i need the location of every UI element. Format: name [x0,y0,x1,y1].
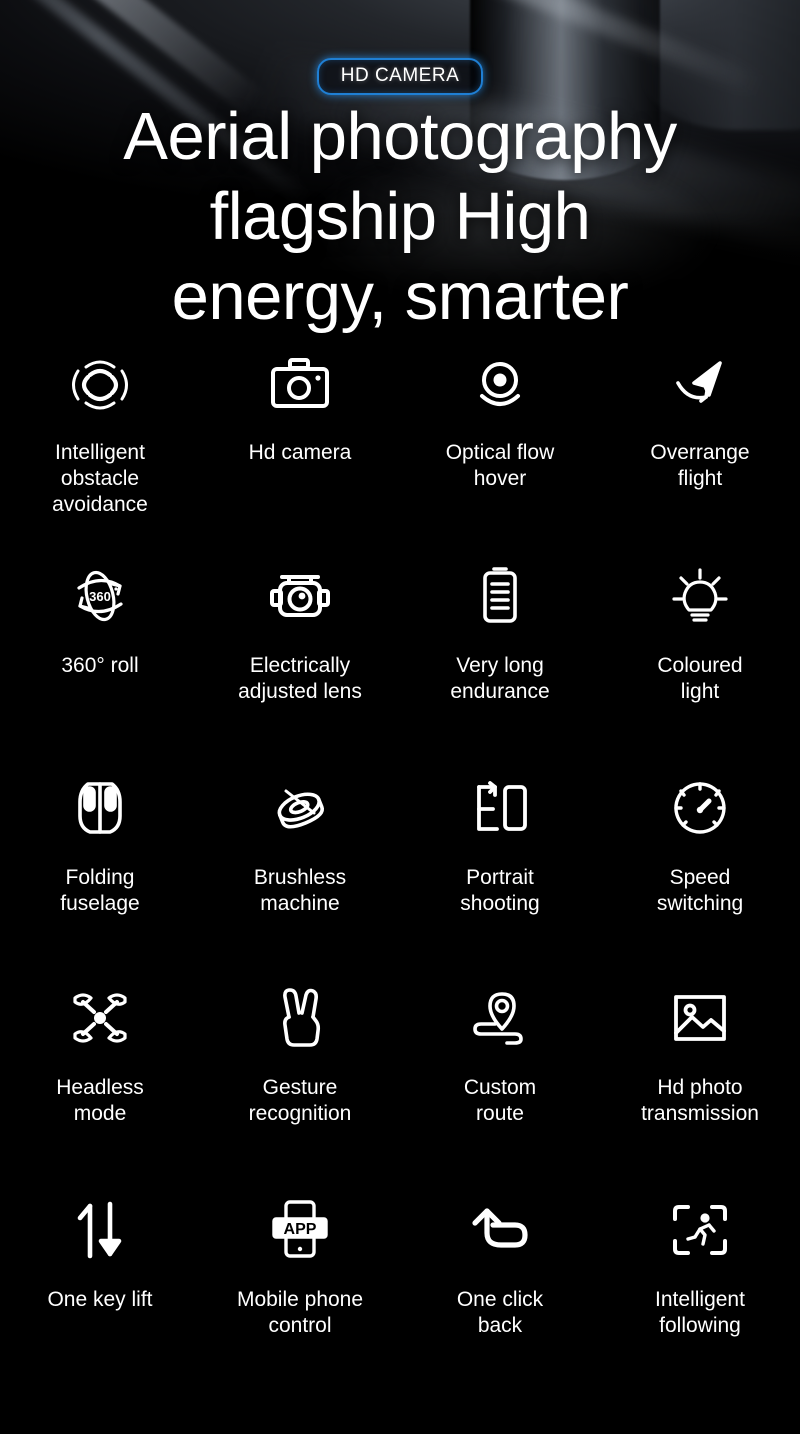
feature-label: Overrange flight [650,441,750,490]
feature-label: Intelligent following [655,1288,745,1337]
feature-row: One key lift APP Mobile phone control On… [0,1197,800,1397]
feature-label: One click back [456,1288,544,1337]
headline-line-1: Aerial photography [123,99,677,174]
feature-label: Intelligent obstacle avoidance [52,441,148,516]
feature-folding-fuselage: Folding fuselage [0,775,200,985]
speedometer-icon [669,775,731,841]
badge-container: HD CAMERA [0,58,800,95]
map-pin-route-icon [469,985,531,1051]
feature-row: 360 360° roll Electrically adjusted lens… [0,563,800,775]
feature-row: Intelligentobstacleavoidance Hd camera [0,352,800,563]
feature-speed-switching: Speed switching [600,775,800,985]
optical-flow-hover-icon [470,352,530,418]
feature-overrange-flight: Overrange flight [600,352,800,563]
feature-label: Coloured light [657,654,743,703]
hd-camera-badge: HD CAMERA [316,58,484,95]
headline-line-3: energy, smarter [171,259,629,334]
feature-gesture-recognition: Gesture recognition [200,985,400,1197]
360-roll-icon: 360 [65,563,135,629]
feature-label: Hd camera [248,441,352,464]
lightbulb-icon [669,563,731,629]
feature-label: Folding fuselage [60,866,140,915]
feature-grid: Intelligentobstacleavoidance Hd camera [0,352,800,1397]
feature-one-key-lift: One key lift [0,1197,200,1397]
follow-tracking-icon [669,1197,731,1263]
gimbal-camera-icon [268,563,332,629]
feature-electrically-adjusted-lens: Electrically adjusted lens [200,563,400,775]
feature-optical-flow-hover: Optical flow hover [400,352,600,563]
phone-app-icon: APP [271,1197,329,1263]
hand-gesture-icon [272,985,328,1051]
battery-icon [477,563,523,629]
feature-row: Folding fuselage Brushless machine Portr… [0,775,800,985]
feature-label: Mobile phone control [236,1288,364,1337]
svg-text:360: 360 [89,589,111,604]
feature-custom-route: Custom route [400,985,600,1197]
feature-mobile-phone-control: APP Mobile phone control [200,1197,400,1397]
return-arrow-icon [469,1197,531,1263]
feature-label: Custom route [463,1076,537,1125]
feature-headless-mode: Headless mode [0,985,200,1197]
product-feature-page: HD CAMERA Aerial photography flagship Hi… [0,0,800,1434]
obstacle-avoidance-icon [64,352,136,418]
feature-label: Brushless machine [253,866,347,915]
feature-coloured-light: Coloured light [600,563,800,775]
feature-360-roll: 360 360° roll [0,563,200,775]
feature-label: 360° roll [61,654,139,677]
feature-intelligent-obstacle-avoidance: Intelligent obstacle avoidance [0,352,200,563]
feature-brushless-machine: Brushless machine [200,775,400,985]
feature-label: Very long endurance [450,654,550,703]
page-title: Aerial photography flagship High energy,… [0,97,800,337]
up-down-arrows-icon [72,1197,128,1263]
brushless-motor-icon [268,775,332,841]
quadcopter-icon [67,985,133,1051]
feature-hd-camera: Hd camera [200,352,400,563]
feature-label: Speed switching [656,866,744,915]
feature-hd-photo-transmission: Hd photo transmission [600,985,800,1197]
feature-label: Optical flow hover [445,441,555,490]
feature-label: Electrically adjusted lens [238,654,362,703]
feature-very-long-endurance: Very long endurance [400,563,600,775]
feature-intelligent-following: Intelligent following [600,1197,800,1397]
feature-portrait-shooting: Portrait shooting [400,775,600,985]
feature-label: Hd photo transmission [641,1076,759,1125]
camera-icon [268,352,332,418]
headline-line-2: flagship High [209,179,591,254]
feature-one-click-back: One click back [400,1197,600,1397]
folding-fuselage-icon [72,775,128,841]
overrange-flight-icon [668,352,732,418]
portrait-rotate-icon [469,775,531,841]
photo-image-icon [670,985,730,1051]
feature-label: Headless mode [56,1076,144,1125]
feature-label: One key lift [47,1288,153,1311]
svg-text:APP: APP [284,1221,317,1238]
feature-row: Headless mode Gesture recognition Custom… [0,985,800,1197]
feature-label: Gesture recognition [248,1076,352,1125]
feature-label: Portrait shooting [460,866,540,915]
